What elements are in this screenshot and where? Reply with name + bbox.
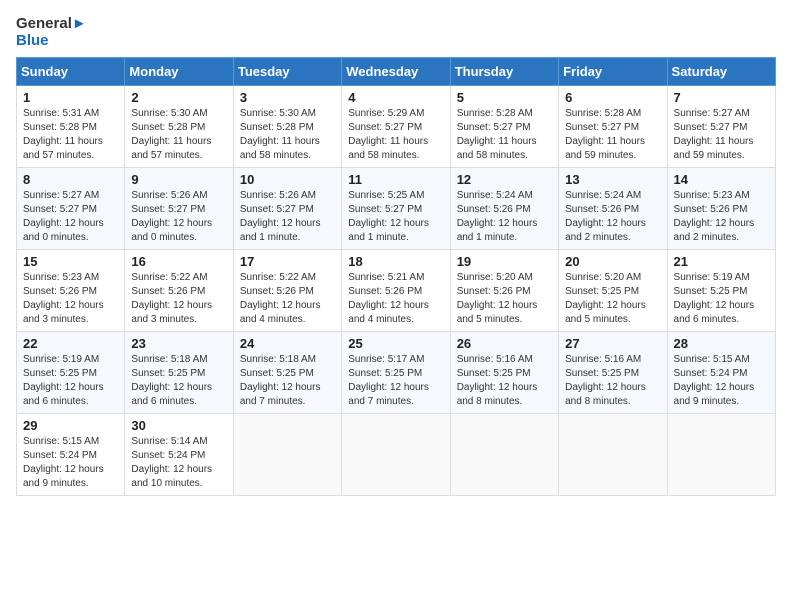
logo-text: General► Blue [16, 16, 87, 49]
weekday-header-friday: Friday [559, 58, 667, 86]
weekday-header-monday: Monday [125, 58, 233, 86]
table-row: 6Sunrise: 5:28 AMSunset: 5:27 PMDaylight… [559, 86, 667, 168]
weekday-header-sunday: Sunday [17, 58, 125, 86]
table-row [233, 414, 341, 496]
calendar-week-3: 15Sunrise: 5:23 AMSunset: 5:26 PMDayligh… [17, 250, 776, 332]
table-row: 1Sunrise: 5:31 AMSunset: 5:28 PMDaylight… [17, 86, 125, 168]
table-row: 24Sunrise: 5:18 AMSunset: 5:25 PMDayligh… [233, 332, 341, 414]
table-row: 19Sunrise: 5:20 AMSunset: 5:26 PMDayligh… [450, 250, 558, 332]
header-row: SundayMondayTuesdayWednesdayThursdayFrid… [17, 58, 776, 86]
logo: General► Blue [16, 16, 87, 49]
table-row: 13Sunrise: 5:24 AMSunset: 5:26 PMDayligh… [559, 168, 667, 250]
weekday-header-tuesday: Tuesday [233, 58, 341, 86]
table-row: 21Sunrise: 5:19 AMSunset: 5:25 PMDayligh… [667, 250, 775, 332]
table-row: 23Sunrise: 5:18 AMSunset: 5:25 PMDayligh… [125, 332, 233, 414]
table-row: 12Sunrise: 5:24 AMSunset: 5:26 PMDayligh… [450, 168, 558, 250]
calendar-table: SundayMondayTuesdayWednesdayThursdayFrid… [16, 57, 776, 496]
weekday-header-saturday: Saturday [667, 58, 775, 86]
table-row: 28Sunrise: 5:15 AMSunset: 5:24 PMDayligh… [667, 332, 775, 414]
table-row [667, 414, 775, 496]
table-row: 18Sunrise: 5:21 AMSunset: 5:26 PMDayligh… [342, 250, 450, 332]
table-row: 11Sunrise: 5:25 AMSunset: 5:27 PMDayligh… [342, 168, 450, 250]
table-row: 10Sunrise: 5:26 AMSunset: 5:27 PMDayligh… [233, 168, 341, 250]
weekday-header-wednesday: Wednesday [342, 58, 450, 86]
table-row: 9Sunrise: 5:26 AMSunset: 5:27 PMDaylight… [125, 168, 233, 250]
table-row: 30Sunrise: 5:14 AMSunset: 5:24 PMDayligh… [125, 414, 233, 496]
table-row: 25Sunrise: 5:17 AMSunset: 5:25 PMDayligh… [342, 332, 450, 414]
table-row [450, 414, 558, 496]
table-row: 16Sunrise: 5:22 AMSunset: 5:26 PMDayligh… [125, 250, 233, 332]
table-row: 22Sunrise: 5:19 AMSunset: 5:25 PMDayligh… [17, 332, 125, 414]
table-row: 17Sunrise: 5:22 AMSunset: 5:26 PMDayligh… [233, 250, 341, 332]
page-header: General► Blue [16, 16, 776, 49]
calendar-week-2: 8Sunrise: 5:27 AMSunset: 5:27 PMDaylight… [17, 168, 776, 250]
table-row: 3Sunrise: 5:30 AMSunset: 5:28 PMDaylight… [233, 86, 341, 168]
table-row: 4Sunrise: 5:29 AMSunset: 5:27 PMDaylight… [342, 86, 450, 168]
table-row: 29Sunrise: 5:15 AMSunset: 5:24 PMDayligh… [17, 414, 125, 496]
calendar-week-4: 22Sunrise: 5:19 AMSunset: 5:25 PMDayligh… [17, 332, 776, 414]
table-row: 2Sunrise: 5:30 AMSunset: 5:28 PMDaylight… [125, 86, 233, 168]
calendar-week-5: 29Sunrise: 5:15 AMSunset: 5:24 PMDayligh… [17, 414, 776, 496]
table-row: 8Sunrise: 5:27 AMSunset: 5:27 PMDaylight… [17, 168, 125, 250]
table-row: 26Sunrise: 5:16 AMSunset: 5:25 PMDayligh… [450, 332, 558, 414]
table-row: 15Sunrise: 5:23 AMSunset: 5:26 PMDayligh… [17, 250, 125, 332]
table-row [342, 414, 450, 496]
table-row: 7Sunrise: 5:27 AMSunset: 5:27 PMDaylight… [667, 86, 775, 168]
calendar-week-1: 1Sunrise: 5:31 AMSunset: 5:28 PMDaylight… [17, 86, 776, 168]
table-row: 14Sunrise: 5:23 AMSunset: 5:26 PMDayligh… [667, 168, 775, 250]
table-row: 27Sunrise: 5:16 AMSunset: 5:25 PMDayligh… [559, 332, 667, 414]
table-row [559, 414, 667, 496]
table-row: 5Sunrise: 5:28 AMSunset: 5:27 PMDaylight… [450, 86, 558, 168]
weekday-header-thursday: Thursday [450, 58, 558, 86]
table-row: 20Sunrise: 5:20 AMSunset: 5:25 PMDayligh… [559, 250, 667, 332]
